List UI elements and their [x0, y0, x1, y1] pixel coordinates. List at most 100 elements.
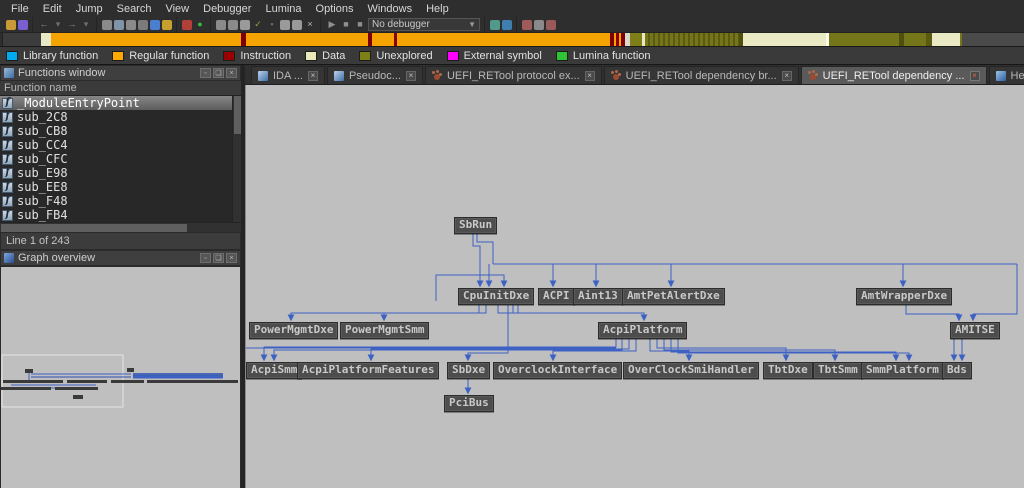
function-list-item[interactable]: fsub_E98 — [0, 166, 241, 180]
float-icon[interactable]: ❏ — [213, 68, 224, 78]
navigation-band[interactable] — [0, 32, 1024, 47]
function-list-item[interactable]: fsub_EE8 — [0, 180, 241, 194]
list1-icon[interactable] — [216, 20, 226, 30]
menu-item-file[interactable]: File — [4, 1, 36, 17]
graph-node-smmplatform[interactable]: SmmPlatform — [861, 362, 944, 379]
forward-dropdown-icon[interactable]: ▾ — [80, 19, 92, 31]
tab-pseudoc[interactable]: Pseudoc...× — [327, 66, 423, 84]
step-over-icon[interactable] — [490, 20, 500, 30]
navband-segment[interactable] — [743, 33, 826, 46]
tab-uefi-retool-protocol-ex[interactable]: UEFI_RETool protocol ex...× — [425, 66, 602, 84]
functions-window-titlebar[interactable]: Functions window ▫ ❏ × — [0, 65, 241, 81]
graph-node-amtwrapperdxe[interactable]: AmtWrapperDxe — [856, 288, 952, 305]
function-list-item[interactable]: fsub_CC4 — [0, 138, 241, 152]
menu-item-jump[interactable]: Jump — [69, 1, 110, 17]
paste-icon[interactable] — [114, 20, 124, 30]
lumina-icon[interactable]: ● — [194, 19, 206, 31]
forward-icon[interactable]: → — [66, 19, 78, 31]
graph-node-cpuinitdxe[interactable]: CpuInitDxe — [458, 288, 534, 305]
menu-item-lumina[interactable]: Lumina — [258, 1, 308, 17]
snapshot-icon[interactable] — [126, 20, 136, 30]
graph-node-powermgmtdxe[interactable]: PowerMgmtDxe — [249, 322, 338, 339]
close-icon[interactable]: × — [226, 253, 237, 263]
tab-close-icon[interactable]: × — [585, 71, 595, 81]
flashlight-icon[interactable] — [162, 20, 172, 30]
delete-icon[interactable]: × — [304, 19, 316, 31]
function-name-column-header[interactable]: Function name — [0, 81, 241, 96]
menu-item-edit[interactable]: Edit — [36, 1, 69, 17]
navband-segment[interactable] — [246, 33, 368, 46]
list2-icon[interactable] — [228, 20, 238, 30]
function-list-hscrollbar[interactable] — [0, 222, 241, 232]
navband-segment[interactable] — [630, 33, 642, 46]
step-into-icon[interactable] — [502, 20, 512, 30]
graph-node-sbrun[interactable]: SbRun — [454, 217, 497, 234]
pencil-icon[interactable] — [280, 20, 290, 30]
function-list-item[interactable]: fsub_F48 — [0, 194, 241, 208]
tab-close-icon[interactable]: × — [970, 71, 980, 81]
stop-icon[interactable]: ■ — [354, 19, 366, 31]
function-list-item[interactable]: fsub_CB8 — [0, 124, 241, 138]
menu-item-view[interactable]: View — [158, 1, 196, 17]
graph-overview-titlebar[interactable]: Graph overview ▫ ❏ × — [0, 250, 241, 266]
graph-node-amtpetalertdxe[interactable]: AmtPetAlertDxe — [622, 288, 725, 305]
graph-node-overclocksmihandler[interactable]: OverClockSmiHandler — [623, 362, 759, 379]
graph-node-powermgmtsmm[interactable]: PowerMgmtSmm — [340, 322, 429, 339]
open-folder-icon[interactable] — [6, 20, 16, 30]
function-list-item[interactable]: fsub_FB4 — [0, 208, 241, 222]
tab-close-icon[interactable]: × — [782, 71, 792, 81]
graph-node-bds[interactable]: Bds — [942, 362, 972, 379]
graph-node-acpiplatform[interactable]: AcpiPlatform — [598, 322, 687, 339]
binoculars-icon[interactable] — [138, 20, 148, 30]
dependency-graph-view[interactable]: SbRunCpuInitDxeACPIAint13AmtPetAlertDxeA… — [245, 85, 1024, 488]
menu-item-search[interactable]: Search — [110, 1, 159, 17]
navband-segment[interactable] — [372, 33, 394, 46]
menu-item-options[interactable]: Options — [309, 1, 361, 17]
menu-item-windows[interactable]: Windows — [360, 1, 419, 17]
restore-icon[interactable]: ▫ — [200, 68, 211, 78]
menu-item-help[interactable]: Help — [419, 1, 456, 17]
debugger-select[interactable]: No debugger▼ — [368, 18, 480, 31]
navband-segment[interactable] — [51, 33, 241, 46]
edit-list-icon[interactable] — [240, 20, 250, 30]
graph-node-sbdxe[interactable]: SbDxe — [447, 362, 490, 379]
navband-segment[interactable] — [3, 33, 41, 46]
graph-node-pcibus[interactable]: PciBus — [444, 395, 494, 412]
stack-icon[interactable] — [534, 20, 544, 30]
navband-segment[interactable] — [829, 33, 899, 46]
function-list-item[interactable]: fsub_2C8 — [0, 110, 241, 124]
navband-segment[interactable] — [41, 33, 51, 46]
function-list-item[interactable]: f_ModuleEntryPoint — [0, 96, 241, 110]
graph-node-overclockinterface[interactable]: OverclockInterface — [493, 362, 622, 379]
navband-segment[interactable] — [932, 33, 960, 46]
pencil2-icon[interactable] — [292, 20, 302, 30]
tab-hex[interactable]: Hex ...× — [989, 66, 1024, 84]
graph-node-acpismm[interactable]: AcpiSmm — [246, 362, 302, 379]
tab-close-icon[interactable]: × — [406, 71, 416, 81]
graph-node-acpi[interactable]: ACPI — [538, 288, 575, 305]
tab-close-icon[interactable]: × — [308, 71, 318, 81]
tab-uefi-retool-dependency[interactable]: UEFI_RETool dependency ...× — [801, 66, 987, 84]
graph-node-acpiplatformfeatures[interactable]: AcpiPlatformFeatures — [297, 362, 439, 379]
navband-segment[interactable] — [904, 33, 926, 46]
function-list-item[interactable]: fsub_CFC — [0, 152, 241, 166]
tab-uefi-retool-dependency-br[interactable]: UEFI_RETool dependency br...× — [604, 66, 799, 84]
graph-node-amitse[interactable]: AMITSE — [950, 322, 1000, 339]
graph-node-tbtsmm[interactable]: TbtSmm — [813, 362, 863, 379]
menu-item-debugger[interactable]: Debugger — [196, 1, 258, 17]
colors-icon[interactable] — [182, 20, 192, 30]
float-icon[interactable]: ❏ — [213, 253, 224, 263]
navband-segment[interactable] — [645, 33, 739, 46]
save-icon[interactable] — [18, 20, 28, 30]
breakpoint-list-icon[interactable] — [522, 20, 532, 30]
close-icon[interactable]: × — [226, 68, 237, 78]
flag-icon[interactable] — [546, 20, 556, 30]
copy-icon[interactable] — [102, 20, 112, 30]
function-list-vscrollbar[interactable] — [232, 96, 241, 222]
pause-icon[interactable]: ■ — [340, 19, 352, 31]
check-icon[interactable]: ✓ — [252, 19, 264, 31]
dot-icon[interactable]: ▪ — [266, 19, 278, 31]
tab-ida[interactable]: IDA ...× — [251, 66, 325, 84]
back-icon[interactable]: ← — [38, 19, 50, 31]
navband-segment[interactable] — [962, 33, 1024, 46]
